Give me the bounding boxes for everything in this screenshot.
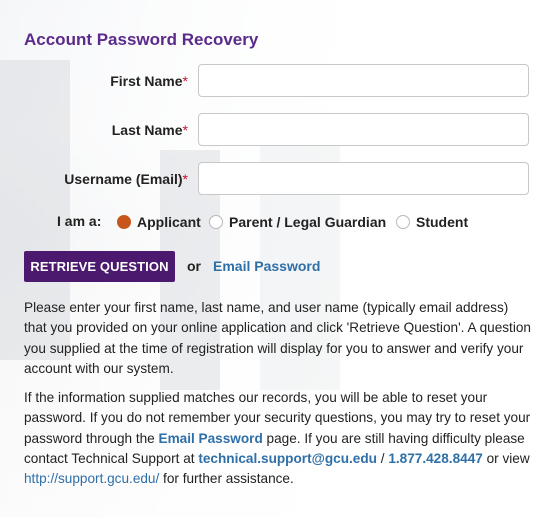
support-phone-link[interactable]: 1.877.428.8447 — [388, 451, 483, 466]
email-password-link[interactable]: Email Password — [213, 258, 320, 274]
last-name-label-text: Last Name — [111, 122, 183, 138]
page-title: Account Password Recovery — [24, 30, 259, 49]
radio-selected-icon[interactable] — [117, 215, 131, 229]
role-option-label: Student — [416, 214, 469, 230]
username-email-input[interactable] — [198, 162, 529, 195]
username-row: Username (Email)* — [0, 162, 554, 196]
support-email-link[interactable]: technical.support@gcu.edu — [198, 451, 377, 466]
last-name-row: Last Name* — [0, 113, 554, 147]
role-option-label: Parent / Legal Guardian — [229, 214, 387, 230]
help-paragraph: If the information supplied matches our … — [24, 388, 534, 489]
email-password-inline-link[interactable]: Email Password — [159, 431, 263, 446]
support-site-link[interactable]: http://support.gcu.edu/ — [24, 471, 159, 486]
first-name-label-text: First Name — [110, 73, 183, 89]
username-label-text: Username (Email) — [64, 171, 183, 187]
required-marker: * — [182, 171, 188, 187]
role-option-applicant[interactable]: Applicant — [117, 212, 201, 232]
help-text: / — [376, 450, 389, 466]
radio-unselected-icon[interactable] — [209, 215, 223, 229]
role-label: I am a: — [57, 213, 102, 229]
required-marker: * — [182, 73, 188, 89]
required-marker: * — [182, 122, 188, 138]
password-recovery-panel: Account Password Recovery First Name* La… — [0, 0, 554, 517]
first-name-row: First Name* — [0, 64, 554, 98]
help-text: for further assistance. — [159, 471, 294, 487]
or-separator: or — [187, 258, 201, 274]
username-label: Username (Email)* — [64, 171, 188, 187]
help-text: or view — [482, 450, 530, 466]
retrieve-question-button[interactable]: RETRIEVE QUESTION — [24, 251, 175, 282]
role-option-label: Applicant — [137, 214, 201, 230]
radio-unselected-icon[interactable] — [396, 215, 410, 229]
last-name-input[interactable] — [198, 113, 529, 146]
role-option-parent[interactable]: Parent / Legal Guardian — [209, 212, 386, 232]
role-option-student[interactable]: Student — [396, 212, 468, 232]
last-name-label: Last Name* — [112, 122, 188, 138]
first-name-input[interactable] — [198, 64, 529, 97]
role-selector: I am a: Applicant Parent / Legal Guardia… — [0, 212, 554, 232]
instructions-paragraph: Please enter your first name, last name,… — [24, 300, 531, 376]
first-name-label: First Name* — [110, 73, 188, 89]
